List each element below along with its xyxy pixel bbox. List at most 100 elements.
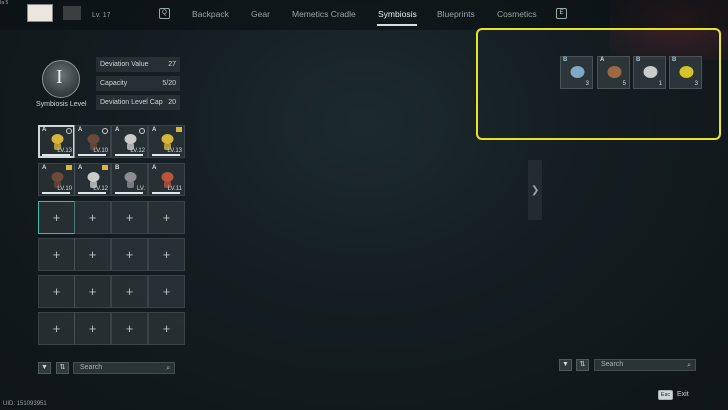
xp-bar [115, 154, 143, 156]
deployed-icon [66, 128, 72, 134]
rank-label: A [78, 165, 83, 171]
item-icon [678, 63, 695, 83]
corner-label: Ia 5 [0, 0, 9, 6]
deviation-slot[interactable]: A LV.12 [111, 125, 148, 158]
deviation-slot[interactable]: A LV.11 [148, 163, 185, 196]
plus-icon: + [88, 321, 97, 336]
xp-bar [78, 154, 106, 156]
filter-button-right[interactable]: ▼ [559, 359, 572, 371]
chevron-right-icon[interactable]: ❯ [531, 185, 539, 196]
stat-capacity: Capacity 5/20 [96, 76, 180, 91]
rank-label: B [672, 57, 677, 63]
deviation-slot[interactable]: A LV.12 [74, 163, 111, 196]
empty-slot[interactable]: + [38, 238, 75, 271]
filter-button[interactable]: ▼ [38, 362, 51, 374]
tab-symbiosis[interactable]: Symbiosis [378, 9, 417, 19]
deviation-slot[interactable]: A LV.10 [38, 163, 75, 196]
stat-label: Capacity [100, 80, 128, 87]
deployed-icon [139, 128, 145, 134]
rank-label: A [42, 165, 47, 171]
rank-label: B [636, 57, 641, 63]
item-icon [642, 63, 659, 83]
item-count: 1 [658, 81, 662, 87]
empty-slot[interactable]: + [148, 201, 185, 234]
search-input[interactable]: Search ⌕ [73, 362, 175, 374]
item-count: 3 [585, 81, 589, 87]
avatar[interactable] [27, 4, 53, 22]
tab-gear[interactable]: Gear [251, 9, 270, 19]
xp-bar [42, 192, 70, 194]
plus-icon: + [125, 321, 134, 336]
tab-backpack[interactable]: Backpack [192, 9, 229, 19]
plus-icon: + [88, 247, 97, 262]
inventory-item[interactable]: B1 [633, 56, 666, 89]
star-badge-icon [102, 165, 108, 170]
empty-slot[interactable]: + [111, 275, 148, 308]
inventory-item[interactable]: A5 [597, 56, 630, 89]
rank-label: A [152, 165, 157, 171]
rank-label: A [600, 57, 605, 63]
deviation-slot[interactable]: A LV.13 [38, 125, 75, 158]
plus-icon: + [52, 284, 61, 299]
plus-icon: + [162, 284, 171, 299]
player-level: Lv. 17 [92, 12, 111, 19]
rank-label: B [115, 165, 120, 171]
sort-button[interactable]: ⇅ [56, 362, 69, 374]
sort-icon: ⇅ [59, 364, 66, 371]
plus-icon: + [52, 210, 61, 225]
rank-label: A [152, 127, 157, 133]
deviation-slot[interactable]: A LV.10 [74, 125, 111, 158]
empty-slot[interactable]: + [148, 275, 185, 308]
stat-label: Deviation Value [100, 61, 149, 68]
funnel-icon: ▼ [41, 364, 48, 371]
search-input-right[interactable]: Search ⌕ [594, 359, 696, 371]
inventory-item[interactable]: B3 [669, 56, 702, 89]
xp-bar [152, 154, 180, 156]
star-badge-icon [176, 127, 182, 132]
plus-icon: + [52, 321, 61, 336]
esc-key[interactable]: Esc [658, 390, 673, 400]
xp-bar [42, 154, 70, 156]
search-icon[interactable]: ⌕ [166, 364, 170, 374]
search-placeholder: Search [601, 361, 624, 368]
item-icon [569, 63, 586, 83]
uid-label: UID: 151093951 [3, 401, 47, 407]
prev-tab-key[interactable]: Q [159, 8, 170, 19]
item-icon [606, 63, 623, 83]
xp-bar [115, 192, 143, 194]
funnel-icon: ▼ [562, 361, 569, 368]
tab-memetics-cradle[interactable]: Memetics Cradle [292, 9, 356, 19]
deployed-icon [102, 128, 108, 134]
next-tab-key[interactable]: E [556, 8, 567, 19]
empty-slot[interactable]: + [38, 275, 75, 308]
deviation-slot[interactable]: B LV. [111, 163, 148, 196]
stat-value: 27 [168, 61, 176, 68]
empty-slot[interactable]: + [111, 312, 148, 345]
stat-deviation-value: Deviation Value 27 [96, 57, 180, 72]
empty-slot[interactable]: + [74, 312, 111, 345]
symbiosis-level-label: Symbiosis Level [36, 101, 87, 108]
xp-bar [152, 192, 180, 194]
empty-slot[interactable]: + [38, 201, 75, 234]
avatar-badge [63, 6, 81, 20]
empty-slot[interactable]: + [111, 201, 148, 234]
tab-blueprints[interactable]: Blueprints [437, 9, 475, 19]
tab-cosmetics[interactable]: Cosmetics [497, 9, 537, 19]
inventory-item[interactable]: B3 [560, 56, 593, 89]
plus-icon: + [125, 210, 134, 225]
sort-button-right[interactable]: ⇅ [576, 359, 589, 371]
stat-value: 5/20 [162, 80, 176, 87]
empty-slot[interactable]: + [74, 201, 111, 234]
empty-slot[interactable]: + [74, 275, 111, 308]
deviation-slot[interactable]: A LV.13 [148, 125, 185, 158]
stat-value: 20 [168, 99, 176, 106]
empty-slot[interactable]: + [111, 238, 148, 271]
empty-slot[interactable]: + [148, 312, 185, 345]
empty-slot[interactable]: + [148, 238, 185, 271]
empty-slot[interactable]: + [74, 238, 111, 271]
search-icon[interactable]: ⌕ [687, 361, 691, 371]
empty-slot[interactable]: + [38, 312, 75, 345]
plus-icon: + [162, 247, 171, 262]
exit-label[interactable]: Exit [677, 391, 689, 398]
plus-icon: + [162, 210, 171, 225]
